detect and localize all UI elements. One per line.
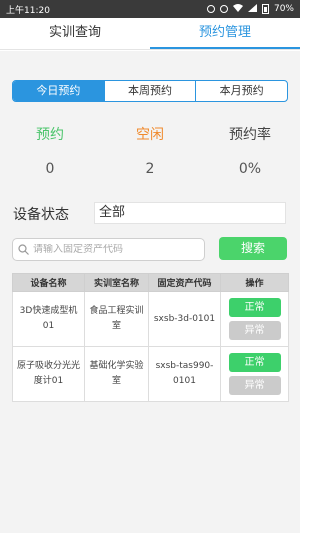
device-table: 设备名称 实训室名称 固定资产代码 操作 3D快速成型机01 食品工程实训室 s… [12,273,289,402]
cell-room-name: 基础化学实验室 [84,346,149,402]
search-icon [18,244,29,255]
battery-level: 70% [273,4,294,14]
segment-this-month[interactable]: 本月预约 [195,81,287,101]
segment-this-week[interactable]: 本周预约 [103,81,196,101]
search-button[interactable]: 搜索 [219,237,287,260]
stats-row: 预约 0 空闲 2 预约率 0% [0,125,300,177]
main-content: 今日预约 本周预约 本月预约 预约 0 空闲 2 预约率 0% 设备状态 全部 … [0,51,300,533]
header-room-name: 实训室名称 [84,273,149,292]
device-status-select[interactable]: 全部 [94,202,286,224]
top-tabs: 实训查询 预约管理 [0,18,300,50]
stat-idle-label: 空闲 [136,127,164,143]
wifi-icon [232,3,243,15]
stat-idle: 空闲 2 [100,125,200,177]
cell-room-name: 食品工程实训室 [84,291,149,347]
stat-reserved-label: 预约 [36,127,64,143]
mark-abnormal-button[interactable]: 异常 [228,376,281,395]
table-row: 原子吸收分光光度计01 基础化学实验室 sxsb-tas990-0101 正常 … [12,346,289,402]
header-asset-code: 固定资产代码 [148,273,221,292]
stat-rate-label: 预约率 [229,127,271,143]
period-segmented-control: 今日预约 本周预约 本月预约 [12,80,288,102]
cell-device-name: 原子吸收分光光度计01 [12,346,85,402]
clock-icon [219,5,228,13]
cell-operations: 正常 异常 [220,346,289,402]
status-bar: 上午11:20 70% [0,0,300,18]
header-operations: 操作 [220,273,289,292]
cell-asset-code: sxsb-3d-0101 [148,291,221,347]
segment-today[interactable]: 今日预约 [13,81,104,101]
stat-rate-value: 0% [238,161,262,177]
tab-training-query[interactable]: 实训查询 [0,18,150,49]
device-status-label: 设备状态 [13,207,69,223]
signal-icon [247,3,257,15]
table-row: 3D快速成型机01 食品工程实训室 sxsb-3d-0101 正常 异常 [12,291,289,347]
status-icons: 70% [206,3,294,15]
cell-device-name: 3D快速成型机01 [12,291,85,347]
stat-reserved-value: 0 [45,161,55,177]
cell-asset-code: sxsb-tas990-0101 [148,346,221,402]
stat-reserved: 预约 0 [0,125,100,177]
table-header-row: 设备名称 实训室名称 固定资产代码 操作 [12,273,289,292]
stat-rate: 预约率 0% [200,125,300,177]
status-time: 上午11:20 [6,5,50,16]
stat-idle-value: 2 [145,161,155,177]
header-device-name: 设备名称 [12,273,85,292]
alarm-icon [206,5,215,13]
search-box [12,238,205,261]
search-input[interactable] [33,244,193,255]
mark-normal-button[interactable]: 正常 [228,298,281,317]
cell-operations: 正常 异常 [220,291,289,347]
mark-normal-button[interactable]: 正常 [228,353,281,372]
mark-abnormal-button[interactable]: 异常 [228,321,281,340]
battery-icon [261,4,269,14]
tab-reservation-management[interactable]: 预约管理 [150,18,300,49]
